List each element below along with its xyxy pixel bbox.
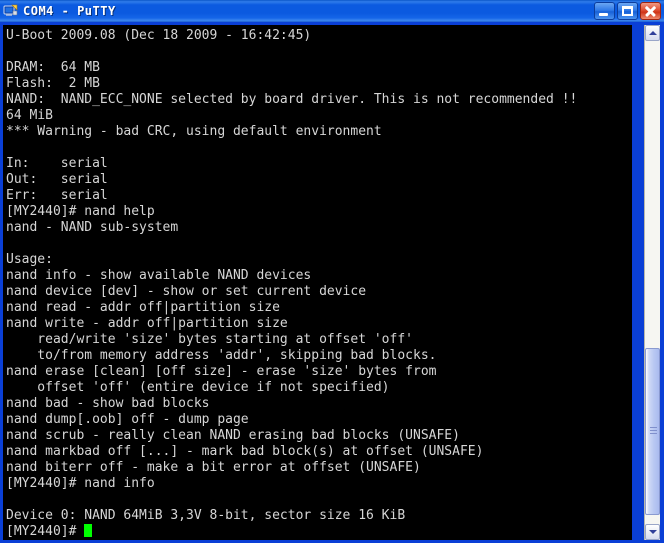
- scrollbar-up-button[interactable]: [645, 25, 660, 41]
- terminal-line: Out: serial: [6, 172, 108, 187]
- terminal-line: read/write 'size' bytes starting at offs…: [6, 332, 413, 347]
- terminal-line: nand biterr off - make a bit error at of…: [6, 460, 421, 475]
- terminal-line: Flash: 2 MB: [6, 76, 100, 91]
- terminal-line: *** Warning - bad CRC, using default env…: [6, 124, 382, 139]
- terminal-prompt-line[interactable]: [MY2440]#: [6, 524, 577, 540]
- terminal-line: nand - NAND sub-system: [6, 220, 179, 235]
- chevron-up-icon: [648, 31, 657, 35]
- terminal-line: [MY2440]# nand info: [6, 476, 155, 491]
- terminal-line: nand erase [clean] [off size] - erase 's…: [6, 364, 437, 379]
- terminal-line: U-Boot 2009.08 (Dec 18 2009 - 16:42:45): [6, 28, 312, 43]
- terminal-scrollbar[interactable]: [644, 25, 660, 540]
- minimize-button[interactable]: [594, 2, 615, 20]
- scrollbar-down-button[interactable]: [645, 524, 660, 540]
- maximize-icon: [622, 6, 633, 16]
- terminal-line: nand bad - show bad blocks: [6, 396, 210, 411]
- putty-window: COM4 - PuTTY U-Boot 2009.08 (Dec 18 2009…: [0, 0, 664, 543]
- scrollbar-grip-icon: [650, 426, 657, 437]
- terminal-screen[interactable]: U-Boot 2009.08 (Dec 18 2009 - 16:42:45) D…: [3, 25, 632, 540]
- minimize-icon: [599, 13, 608, 16]
- terminal-line: Device 0: NAND 64MiB 3,3V 8-bit, sector …: [6, 508, 406, 523]
- terminal-line: Err: serial: [6, 188, 108, 203]
- terminal-line: nand write - addr off|partition size: [6, 316, 288, 331]
- scrollbar-thumb[interactable]: [645, 348, 660, 515]
- terminal-line: nand info - show available NAND devices: [6, 268, 312, 283]
- terminal-line: 64 MiB: [6, 108, 53, 123]
- maximize-button[interactable]: [617, 2, 638, 20]
- terminal-line: offset 'off' (entire device if not speci…: [6, 380, 390, 395]
- terminal-line: Usage:: [6, 252, 53, 267]
- terminal-line: DRAM: 64 MB: [6, 60, 100, 75]
- terminal-line: In: serial: [6, 156, 108, 171]
- terminal-line: nand markbad off [...] - mark bad block(…: [6, 444, 484, 459]
- title-bar-buttons: [594, 2, 661, 20]
- close-button[interactable]: [640, 2, 661, 20]
- terminal-line: nand scrub - really clean NAND erasing b…: [6, 428, 460, 443]
- terminal-line: to/from memory address 'addr', skipping …: [6, 348, 437, 363]
- title-bar[interactable]: COM4 - PuTTY: [0, 0, 664, 23]
- terminal-line: [MY2440]# nand help: [6, 204, 155, 219]
- terminal-output: U-Boot 2009.08 (Dec 18 2009 - 16:42:45) D…: [6, 28, 577, 540]
- terminal-prompt: [MY2440]#: [6, 524, 85, 539]
- terminal-line: NAND: NAND_ECC_NONE selected by board dr…: [6, 92, 578, 107]
- putty-computer-icon: [3, 3, 19, 19]
- chevron-down-icon: [648, 530, 657, 534]
- terminal-cursor: [84, 524, 93, 537]
- window-title: COM4 - PuTTY: [23, 4, 116, 18]
- terminal-line: nand read - addr off|partition size: [6, 300, 280, 315]
- terminal-line: nand dump[.oob] off - dump page: [6, 412, 249, 427]
- terminal-line: nand device [dev] - show or set current …: [6, 284, 367, 299]
